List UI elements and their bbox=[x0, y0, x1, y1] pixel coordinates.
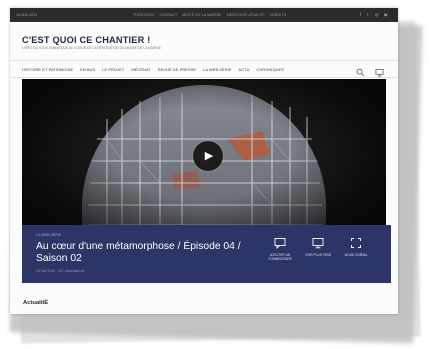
facebook-icon[interactable]: f bbox=[360, 12, 361, 18]
top-links: POSITIONS CONTACT MUS É DE LA MARINE MEN… bbox=[134, 13, 360, 17]
top-link-musee[interactable]: MUS É DE LA MARINE bbox=[182, 13, 221, 17]
cinema-mode-button[interactable]: MODE CINÉMA bbox=[337, 237, 375, 261]
monitor-icon[interactable] bbox=[375, 64, 384, 77]
comment-label: AJOUTER UN COMMENTAIRE bbox=[268, 253, 292, 261]
nav-item-histoire[interactable]: HISTOIRE ET PATRIMOINE bbox=[22, 67, 73, 72]
nav-item-revue[interactable]: REVUE DE PRESSE bbox=[158, 67, 196, 72]
expand-icon bbox=[351, 238, 361, 248]
episode-info-panel: LA WEB SÉRIE Au cœur d'une métamorphose … bbox=[22, 225, 391, 283]
instagram-icon[interactable]: ◎ bbox=[375, 12, 379, 18]
watch-later-label: VOIR PLUS TARD bbox=[304, 253, 332, 257]
episode-category[interactable]: LA WEB SÉRIE bbox=[36, 233, 61, 237]
youtube-icon[interactable]: ▶ bbox=[385, 12, 388, 18]
episode-meta: 18 mai 2024 · 130 visualisations bbox=[36, 269, 85, 273]
watch-later-button[interactable]: VOIR PLUS TARD bbox=[299, 237, 337, 261]
play-icon: ▶ bbox=[204, 149, 214, 162]
top-bar: 18 MAI 2024 POSITIONS CONTACT MUS É DE L… bbox=[10, 8, 398, 22]
top-link-credits[interactable]: CRÉDITS bbox=[270, 13, 286, 17]
nav-item-web-serie[interactable]: LA WEB SÉRIE bbox=[203, 67, 231, 72]
section-title: ActualitÉ bbox=[23, 300, 49, 306]
comment-icon bbox=[274, 238, 286, 249]
top-link-contact[interactable]: CONTACT bbox=[159, 13, 177, 17]
main-nav: HISTOIRE ET PATRIMOINE EN BUS LE PROJET … bbox=[10, 60, 398, 78]
cinema-mode-label: MODE CINÉMA bbox=[344, 253, 368, 257]
site-header: C'EST QUOI CE CHANTIER ! L'INFO DU VOUS … bbox=[10, 22, 398, 60]
comment-button[interactable]: AJOUTER UN COMMENTAIRE bbox=[261, 237, 299, 261]
social-icons: f t ◎ ▶ bbox=[360, 12, 388, 18]
monitor-icon bbox=[312, 238, 324, 249]
top-link-mentions[interactable]: MENTIONS LÉGALES bbox=[227, 13, 265, 17]
nav-icons bbox=[356, 64, 384, 77]
nav-item-projet[interactable]: LE PROJET bbox=[102, 67, 124, 72]
search-icon[interactable] bbox=[356, 64, 365, 77]
episode-title: Au cœur d'une métamorphose / Épisode 04 … bbox=[36, 241, 241, 264]
site-title[interactable]: C'EST QUOI CE CHANTIER ! bbox=[22, 35, 150, 45]
video-player[interactable]: ▶ bbox=[22, 79, 386, 245]
play-button[interactable]: ▶ bbox=[193, 141, 223, 171]
site-tagline: L'INFO DU VOUS EMBARQUE AU COEUR DE LA R… bbox=[22, 46, 162, 50]
episode-actions: AJOUTER UN COMMENTAIRE VOIR PLUS TARD MO… bbox=[261, 237, 375, 261]
nav-item-chroniques[interactable]: CHRONIQUES bbox=[257, 67, 284, 72]
nav-item-en-bus[interactable]: EN BUS bbox=[80, 67, 95, 72]
nav-item-actu[interactable]: ACTU bbox=[239, 67, 250, 72]
top-date: 18 MAI 2024 bbox=[16, 13, 38, 17]
nav-item-mecenat[interactable]: MÉCÉNAT bbox=[131, 67, 150, 72]
twitter-icon[interactable]: t bbox=[367, 12, 368, 18]
top-link-positions[interactable]: POSITIONS bbox=[134, 13, 154, 17]
page: 18 MAI 2024 POSITIONS CONTACT MUS É DE L… bbox=[10, 8, 398, 314]
